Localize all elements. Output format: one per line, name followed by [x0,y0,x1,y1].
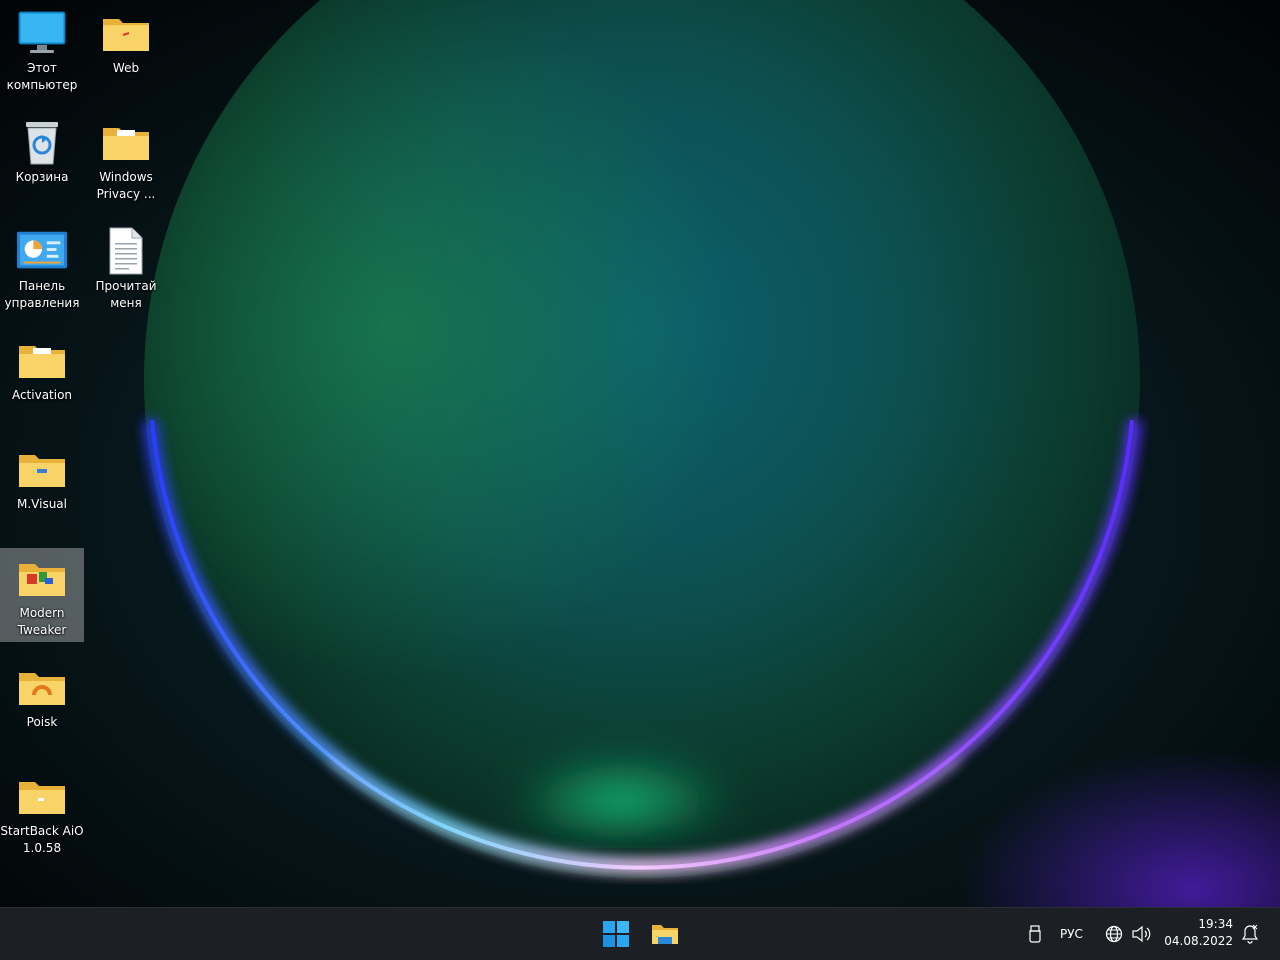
desktop-icon-activation[interactable]: Activation [0,330,84,424]
taskbar-clock[interactable]: 19:34 04.08.2022 [1153,916,1233,950]
start-button[interactable] [596,914,636,954]
desktop-icon-modern-tweaker[interactable]: Modern Tweaker [0,548,84,642]
clock-time: 19:34 [1198,917,1233,931]
recycle-bin-icon [16,118,68,166]
desktop-icon-readme[interactable]: Прочитай меня [84,221,168,315]
folder-icon [16,663,68,711]
desktop-icon-control-panel[interactable]: Панель управления [0,221,84,315]
desktop-icon-label: Activation [11,388,73,402]
windows-start-icon [603,921,629,947]
usb-device-button[interactable] [1024,914,1046,954]
taskbar: РУС 19:34 04.08.2022 [0,907,1280,960]
desktop-icon-startback[interactable]: StartBack AiO 1.0.58 [0,766,84,860]
clock-date: 04.08.2022 [1164,934,1233,948]
notifications-button[interactable] [1238,914,1262,954]
desktop-icon-label: Windows Privacy ... [96,170,156,201]
taskbar-file-explorer-button[interactable] [645,914,685,954]
volume-button[interactable] [1129,914,1153,954]
desktop-icon-label: Modern Tweaker [17,606,67,637]
folder-icon [100,118,152,166]
speaker-icon [1132,925,1151,943]
desktop-icon-poisk[interactable]: Poisk [0,657,84,751]
desktop-icon-recycle-bin[interactable]: Корзина [0,112,84,206]
folder-icon [100,9,152,57]
notification-bell-icon [1241,924,1259,944]
control-panel-icon [16,227,68,275]
folder-icon [16,445,68,493]
desktop-icon-m-visual[interactable]: M.Visual [0,439,84,533]
desktop-icon-label: Панель управления [4,279,80,310]
desktop-icon-label: Прочитай меня [95,279,157,310]
desktop-icon-label: M.Visual [17,497,67,511]
this-pc-icon [16,9,68,57]
desktop-icon-web[interactable]: Web [84,3,168,97]
desktop-icon-windows-privacy[interactable]: Windows Privacy ... [84,112,168,206]
desktop-icon-label: Этот компьютер [6,61,78,92]
desktop-icon-label: Poisk [26,715,58,729]
text-document-icon [100,227,152,275]
desktop-icon-label: Web [112,61,140,75]
desktop-icon-label: Корзина [15,170,69,184]
desktop[interactable]: Этот компьютер Web Корзина Windows Priva… [0,0,1280,907]
file-explorer-icon [652,925,678,944]
network-button[interactable] [1103,914,1125,954]
usb-device-icon [1029,925,1041,943]
language-indicator[interactable]: РУС [1060,927,1083,941]
folder-icon [16,772,68,820]
desktop-icon-this-pc[interactable]: Этот компьютер [0,3,84,97]
desktop-icon-label: StartBack AiO 1.0.58 [0,824,84,855]
folder-icon [16,554,68,602]
wallpaper [0,0,1280,907]
folder-icon [16,336,68,384]
globe-icon [1105,925,1123,943]
